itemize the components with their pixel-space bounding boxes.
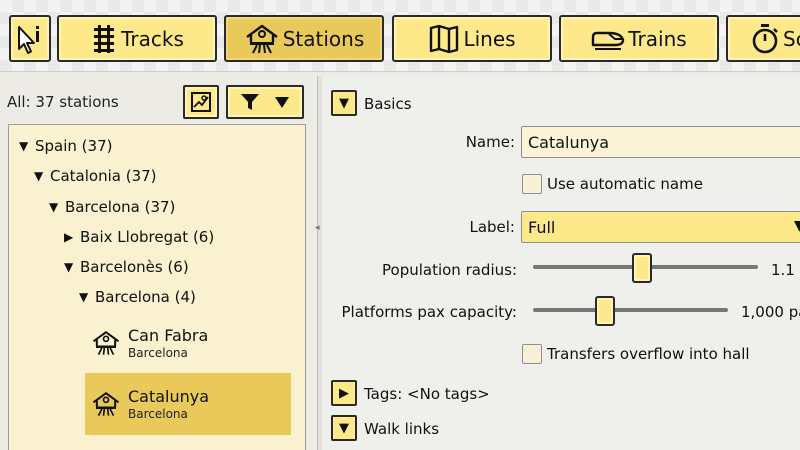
tree-node-barcelona-city[interactable]: ▼ Barcelona (4): [79, 288, 196, 306]
station-city: Barcelona: [128, 407, 188, 421]
chevron-down-icon: ▼: [794, 218, 800, 234]
platforms-pax-capacity-slider[interactable]: [533, 308, 728, 312]
tree-node-catalonia[interactable]: ▼ Catalonia (37): [34, 167, 157, 185]
tab-lines[interactable]: Lines: [392, 15, 552, 62]
station-name: Catalunya: [128, 387, 210, 406]
platforms-pax-capacity-label: Platforms pax capacity:: [341, 303, 518, 321]
tree-node-label: Barcelona (4): [95, 288, 196, 306]
label-field-label: Label:: [469, 218, 515, 236]
tab-stations[interactable]: Stations: [224, 15, 384, 62]
tree-node-label: Catalonia (37): [50, 167, 157, 185]
tab-schedules[interactable]: Sc: [726, 15, 800, 62]
tree-node-barcelones[interactable]: ▼ Barcelonès (6): [64, 258, 189, 276]
station-city: Barcelona: [128, 346, 188, 360]
tab-schedules-label: Sc: [783, 26, 800, 51]
tab-trains[interactable]: Trains: [559, 15, 719, 62]
expanded-arrow-icon: ▼: [34, 169, 44, 183]
name-field-label: Name:: [465, 133, 515, 151]
expanded-arrow-icon: ▼: [64, 260, 74, 274]
use-automatic-name-checkbox[interactable]: [522, 174, 542, 194]
station-item-catalunya[interactable]: Catalunya Barcelona: [85, 373, 291, 435]
tracks-icon: [94, 24, 115, 53]
tree-node-label: Barcelonès (6): [80, 258, 189, 276]
stopwatch-icon: [752, 23, 778, 53]
tab-tracks[interactable]: Tracks: [57, 15, 217, 62]
tree-node-label: Spain (37): [35, 137, 113, 155]
platforms-pax-capacity-value: 1,000 pa: [741, 303, 800, 321]
station-icon: [92, 331, 120, 356]
tags-section-title: Tags: <No tags>: [364, 385, 490, 403]
station-tree: ▼ Spain (37) ▼ Catalonia (37) ▼ Barcelon…: [8, 124, 306, 450]
transfers-overflow-checkbox[interactable]: [522, 344, 542, 364]
collapsed-arrow-icon: ▶: [64, 230, 74, 244]
expanded-arrow-icon: ▼: [79, 290, 89, 304]
station-name-input[interactable]: [521, 126, 800, 158]
expanded-arrow-icon: ▼: [339, 420, 349, 436]
station-details-panel: ▼ Basics Name: Use automatic name Label:…: [322, 76, 800, 450]
expanded-arrow-icon: ▼: [339, 95, 349, 111]
expanded-arrow-icon: ▼: [49, 200, 59, 214]
splitter-grip-icon[interactable]: ◂: [315, 223, 320, 233]
label-mode-select[interactable]: Full ▼: [521, 211, 800, 243]
population-radius-label: Population radius:: [382, 261, 517, 279]
walk-links-collapse-toggle[interactable]: ▼: [331, 415, 357, 441]
population-radius-slider-handle[interactable]: [632, 253, 652, 283]
tree-node-label: Baix Llobregat (6): [80, 228, 215, 246]
tree-node-baix-llobregat[interactable]: ▶ Baix Llobregat (6): [64, 228, 214, 246]
tab-trains-label: Trains: [628, 26, 687, 51]
basics-collapse-toggle[interactable]: ▼: [331, 90, 357, 116]
use-automatic-name-label: Use automatic name: [547, 175, 703, 193]
label-mode-value: Full: [528, 217, 556, 237]
station-browser-panel: All: 37 stations ▼ Spain (37) ▼ Cataloni…: [0, 76, 318, 450]
station-icon: [92, 392, 120, 417]
main-toolbar: Tracks Stations Lines Trains S: [0, 0, 800, 72]
filter-icon: [241, 94, 259, 110]
map-locate-icon: [191, 92, 211, 112]
station-item-can-fabra[interactable]: Can Fabra Barcelona: [85, 312, 291, 374]
tab-tracks-label: Tracks: [121, 26, 184, 51]
tab-lines-label: Lines: [463, 26, 516, 51]
walk-links-section-title: Walk links: [364, 420, 440, 438]
filter-dropdown-button[interactable]: [226, 85, 304, 119]
show-on-map-button[interactable]: [183, 85, 219, 119]
expanded-arrow-icon: ▼: [19, 139, 29, 153]
tab-stations-label: Stations: [282, 26, 365, 51]
population-radius-value: 1.1 k: [771, 261, 800, 279]
lines-map-icon: [430, 24, 459, 53]
station-icon: [246, 24, 278, 53]
train-icon: [592, 31, 625, 50]
collapsed-arrow-icon: ▶: [339, 385, 349, 401]
info-cursor-icon: [17, 25, 39, 54]
tree-node-spain[interactable]: ▼ Spain (37): [19, 137, 112, 155]
tags-expand-toggle[interactable]: ▶: [331, 380, 357, 406]
transfers-overflow-label: Transfers overflow into hall: [547, 345, 750, 363]
station-name: Can Fabra: [128, 326, 209, 345]
platforms-pax-capacity-slider-handle[interactable]: [595, 296, 615, 326]
basics-section-title: Basics: [364, 95, 412, 113]
info-cursor-button[interactable]: [9, 15, 51, 62]
tree-node-label: Barcelona (37): [65, 198, 176, 216]
tree-node-barcelona-province[interactable]: ▼ Barcelona (37): [49, 198, 175, 216]
station-count-summary: All: 37 stations: [7, 93, 119, 111]
chevron-down-icon: [275, 97, 289, 108]
